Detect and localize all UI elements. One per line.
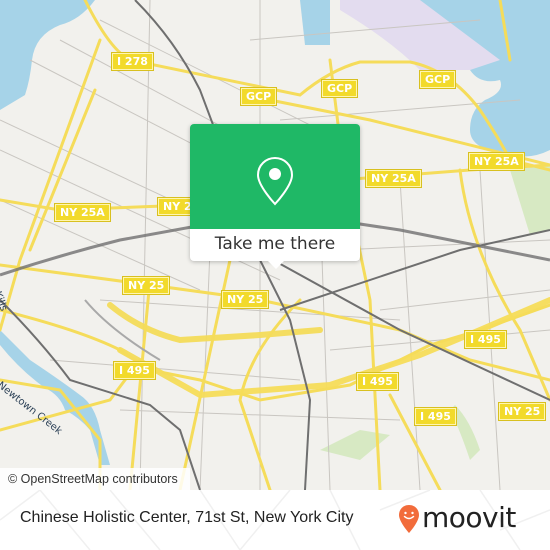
highway-shield-i495-center: I 495 [357,373,398,390]
highway-shield-gcp-center: GCP [322,80,358,97]
highway-shield-ny25a-west: NY 25A [55,204,110,221]
highway-shield-ny25-center: NY 25 [222,291,269,308]
place-title: Chinese Holistic Center, 71st St, New Yo… [20,509,354,526]
highway-shield-i495-west: I 495 [114,362,155,379]
footer-bar: Chinese Holistic Center, 71st St, New Yo… [0,490,550,550]
highway-shield-ny25-west: NY 25 [123,277,170,294]
map-view[interactable]: I 278 GCP GCP GCP NY 25A NY 25A NY 25A N… [0,0,550,490]
water-flushing-bay-2 [300,0,330,45]
moovit-wordmark: moovit [422,501,516,534]
highway-shield-ny25a-center: NY 25A [366,170,421,187]
highway-shield-ny25a-east: NY 25A [469,153,524,170]
highway-shield-ny25-east: NY 25 [499,403,546,420]
highway-shield-i495-mid: I 495 [415,408,456,425]
highway-shield-gcp-west: GCP [241,88,277,105]
moovit-logo[interactable]: moovit [398,500,538,540]
highway-shield-i278: I 278 [112,53,153,70]
moovit-smile-pin-icon [398,504,420,538]
popup-pointer [268,261,284,269]
park-east [510,165,550,235]
highway-shield-i495-east: I 495 [465,331,506,348]
popup-header [190,124,360,229]
highway-shield-gcp-east: GCP [420,71,456,88]
map-attribution[interactable]: © OpenStreetMap contributors [0,468,190,490]
take-me-there-button[interactable]: Take me there [190,229,360,261]
location-popup: Take me there [190,124,360,269]
